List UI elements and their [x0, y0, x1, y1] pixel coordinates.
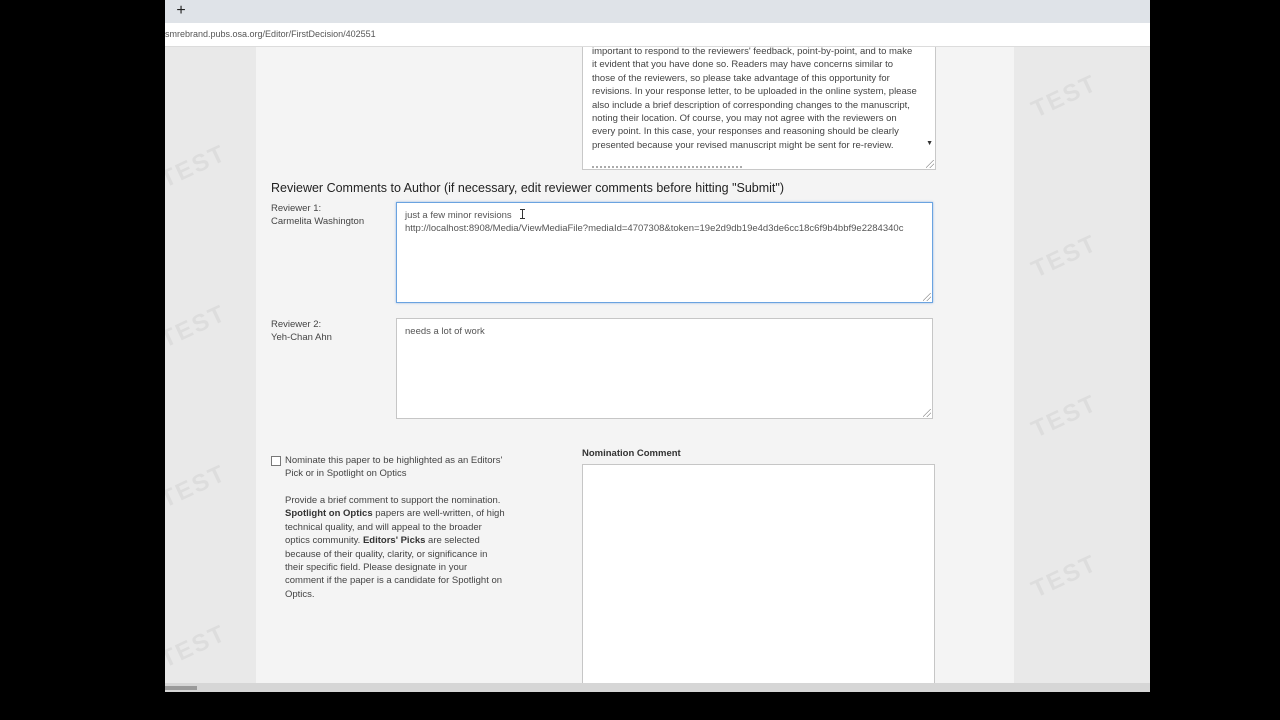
editors-picks-term: Editors' Picks	[362, 535, 426, 547]
page-viewport: TEST TEST TEST TEST TEST TEST TEST TEST …	[165, 47, 1150, 683]
reviewer-comments-heading: Reviewer Comments to Author (if necessar…	[271, 181, 785, 195]
cut-off-text	[592, 166, 742, 169]
address-bar[interactable]: smrebrand.pubs.osa.org/Editor/FirstDecis…	[165, 23, 1150, 47]
nomination-help-intro: Provide a brief comment to support the n…	[285, 495, 501, 506]
nomination-help-text: Provide a brief comment to support the n…	[285, 494, 505, 601]
resize-grip-icon[interactable]	[923, 293, 931, 301]
resize-grip-icon[interactable]	[926, 160, 934, 168]
reviewer-2-comment-text: needs a lot of work	[405, 326, 485, 337]
reviewer-1-comment-text: just a few minor revisions http://localh…	[405, 210, 904, 235]
nomination-comment-textarea[interactable]	[582, 464, 935, 683]
test-watermark: TEST	[1027, 389, 1102, 444]
tab-strip: +	[165, 0, 1150, 23]
test-watermark: TEST	[165, 619, 231, 674]
reviewer-1-name: Carmelita Washington	[271, 216, 365, 228]
test-watermark: TEST	[1027, 229, 1102, 284]
test-watermark: TEST	[1027, 549, 1102, 604]
form-panel: important to respond to the reviewers' f…	[256, 47, 1014, 683]
nomination-comment-label: Nomination Comment	[582, 448, 681, 459]
test-watermark: TEST	[165, 299, 231, 354]
nominate-checkbox-label[interactable]: Nominate this paper to be highlighted as…	[285, 454, 510, 481]
spotlight-term: Spotlight on Optics	[285, 508, 373, 520]
test-watermark: TEST	[165, 139, 231, 194]
nominate-checkbox[interactable]	[271, 456, 281, 466]
browser-window: + smrebrand.pubs.osa.org/Editor/FirstDec…	[165, 0, 1150, 692]
url-text[interactable]: smrebrand.pubs.osa.org/Editor/FirstDecis…	[165, 29, 376, 39]
new-tab-button[interactable]: +	[173, 1, 189, 21]
horizontal-scrollbar[interactable]	[165, 683, 1150, 692]
reviewer-2-name: Yeh-Chan Ahn	[271, 332, 332, 344]
reviewer-2-label: Reviewer 2: Yeh-Chan Ahn	[271, 318, 332, 345]
reviewer-2-comment-textarea[interactable]: needs a lot of work	[396, 318, 933, 419]
decision-letter-textarea[interactable]: important to respond to the reviewers' f…	[582, 47, 936, 170]
test-watermark: TEST	[1027, 69, 1102, 124]
resize-grip-icon[interactable]	[923, 409, 931, 417]
decision-letter-text: important to respond to the reviewers' f…	[592, 47, 917, 151]
reviewer-2-number: Reviewer 2:	[271, 319, 322, 330]
scrollbar-thumb[interactable]	[165, 686, 197, 690]
reviewer-1-number: Reviewer 1:	[271, 203, 322, 214]
scroll-down-arrow-icon[interactable]: ▼	[926, 140, 933, 147]
reviewer-1-label: Reviewer 1: Carmelita Washington	[271, 202, 364, 229]
test-watermark: TEST	[165, 459, 231, 514]
text-cursor-icon	[520, 209, 525, 219]
reviewer-1-comment-textarea[interactable]: just a few minor revisions http://localh…	[396, 202, 933, 303]
